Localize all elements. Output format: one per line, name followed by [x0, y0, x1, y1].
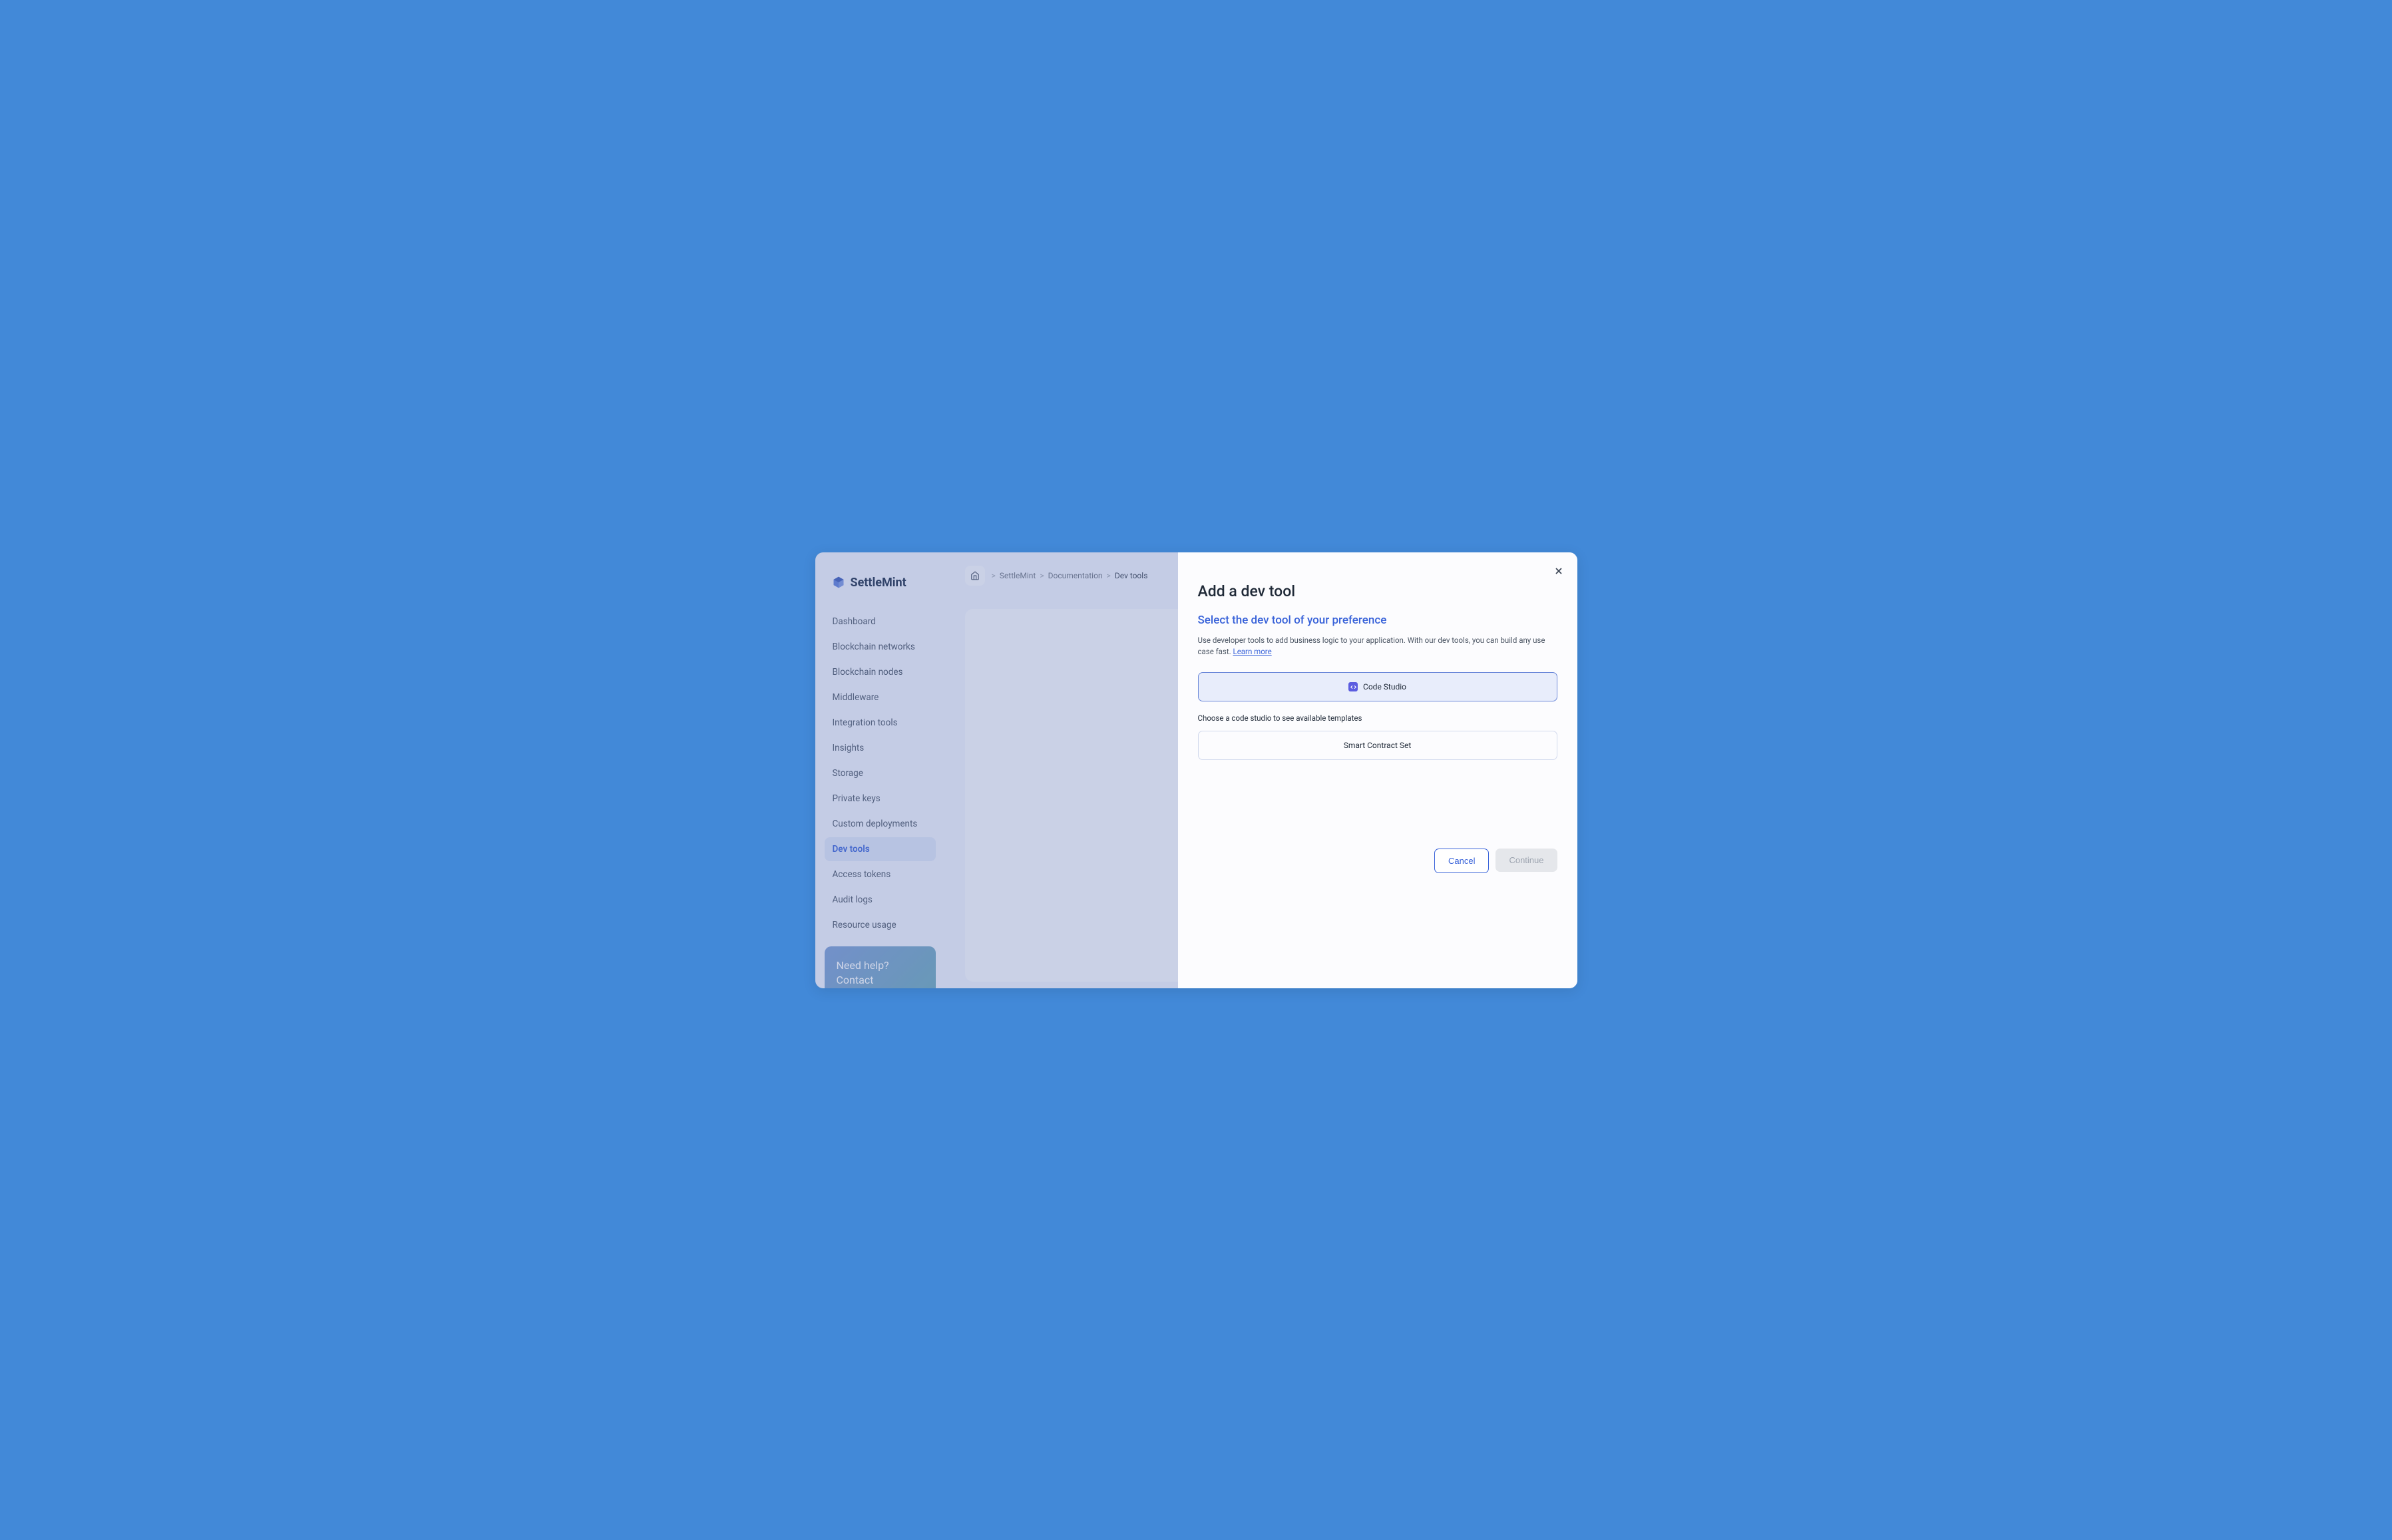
learn-more-link[interactable]: Learn more — [1233, 647, 1272, 656]
breadcrumb-sep: > — [1040, 571, 1044, 580]
sidebar-item-dev-tools[interactable]: Dev tools — [825, 837, 936, 861]
breadcrumb-documentation[interactable]: Documentation — [1048, 571, 1103, 580]
sidebar-item-access-tokens[interactable]: Access tokens — [825, 863, 936, 886]
sidebar-item-blockchain-networks[interactable]: Blockchain networks — [825, 635, 936, 659]
home-button[interactable] — [965, 566, 985, 586]
sidebar-item-blockchain-nodes[interactable]: Blockchain nodes — [825, 660, 936, 684]
help-line2: Contact — [837, 973, 924, 988]
modal-title: Add a dev tool — [1198, 582, 1557, 600]
sidebar-item-dashboard[interactable]: Dashboard — [825, 610, 936, 634]
sidebar-item-storage[interactable]: Storage — [825, 761, 936, 785]
breadcrumb-sep: > — [992, 571, 996, 580]
breadcrumb: > SettleMint > Documentation > Dev tools — [992, 571, 1148, 580]
sidebar: SettleMint Dashboard Blockchain networks… — [815, 552, 945, 988]
modal-footer: Cancel Continue — [1434, 849, 1557, 988]
nav-items: Dashboard Blockchain networks Blockchain… — [815, 610, 945, 937]
section-label: Choose a code studio to see available te… — [1198, 713, 1557, 723]
breadcrumb-sep: > — [1107, 571, 1111, 580]
modal-subtitle: Select the dev tool of your preference — [1198, 614, 1557, 627]
template-label: Smart Contract Set — [1344, 741, 1412, 750]
sidebar-item-private-keys[interactable]: Private keys — [825, 787, 936, 811]
logo[interactable]: SettleMint — [815, 566, 945, 610]
modal-desc: Use developer tools to add business logi… — [1198, 635, 1557, 658]
home-icon — [970, 571, 980, 580]
breadcrumb-settlemint[interactable]: SettleMint — [1000, 571, 1036, 580]
sidebar-item-middleware[interactable]: Middleware — [825, 685, 936, 709]
sidebar-item-integration-tools[interactable]: Integration tools — [825, 711, 936, 735]
close-icon — [1553, 566, 1564, 576]
option-code-studio[interactable]: Code Studio — [1198, 672, 1557, 701]
code-studio-icon — [1348, 682, 1358, 691]
sidebar-item-custom-deployments[interactable]: Custom deployments — [825, 812, 936, 836]
option-label: Code Studio — [1363, 682, 1406, 691]
logo-text: SettleMint — [851, 576, 906, 590]
app-frame: SettleMint Dashboard Blockchain networks… — [815, 552, 1577, 988]
modal-close-button[interactable] — [1552, 564, 1565, 578]
logo-icon — [832, 576, 845, 589]
continue-button[interactable]: Continue — [1495, 849, 1557, 872]
help-line1: Need help? — [837, 958, 924, 973]
breadcrumb-dev-tools: Dev tools — [1115, 571, 1148, 580]
add-dev-tool-modal: Add a dev tool Select the dev tool of yo… — [1178, 552, 1577, 988]
cancel-button[interactable]: Cancel — [1434, 849, 1489, 873]
sidebar-item-audit-logs[interactable]: Audit logs — [825, 888, 936, 912]
help-card[interactable]: Need help? Contact — [825, 946, 936, 988]
sidebar-item-resource-usage[interactable]: Resource usage — [825, 913, 936, 937]
template-smart-contract-set[interactable]: Smart Contract Set — [1198, 731, 1557, 760]
sidebar-item-insights[interactable]: Insights — [825, 736, 936, 760]
